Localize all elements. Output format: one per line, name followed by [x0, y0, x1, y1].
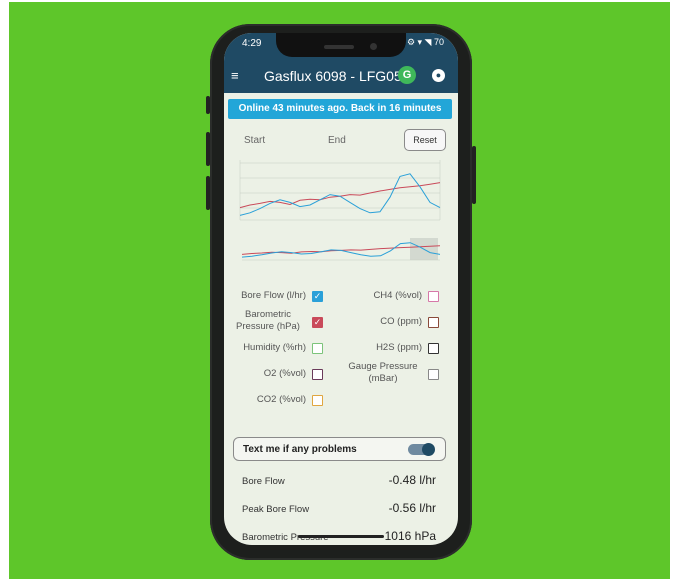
metric-row: Peak Bore Flow -0.56 l/hr — [224, 497, 458, 521]
checkbox-label-o2: O2 (%vol) — [263, 368, 306, 379]
checkbox-label-co: CO (ppm) — [380, 316, 422, 327]
status-banner: Online 43 minutes ago. Back in 16 minute… — [228, 99, 452, 119]
phone-mute-switch — [206, 96, 210, 114]
checkbox-o2[interactable] — [312, 369, 323, 380]
chart-gridlines — [239, 160, 441, 221]
checkbox-label-gauge-pressure: Gauge Pressure (mBar) — [348, 361, 418, 384]
date-range-row: Start End Reset — [224, 129, 458, 153]
reset-button[interactable]: Reset — [404, 129, 446, 151]
phone-volume-down — [206, 176, 210, 210]
metric-value: -0.56 l/hr — [388, 501, 436, 515]
main-chart-series — [239, 173, 441, 216]
home-indicator — [298, 535, 384, 538]
sms-alert-label: Text me if any problems — [243, 444, 357, 455]
sms-alert-toggle[interactable] — [408, 443, 435, 456]
checkbox-label-co2: CO2 (%vol) — [256, 394, 306, 405]
checkbox-label-humidity: Humidity (%rh) — [243, 342, 306, 353]
checkbox-co2[interactable] — [312, 395, 323, 406]
metric-value: 1016 hPa — [384, 529, 436, 543]
sms-alert-card: Text me if any problems — [233, 437, 446, 461]
navigator-chart[interactable] — [242, 236, 440, 270]
checkbox-label-barometric-pressure: Barometric Pressure (hPa) — [236, 309, 300, 332]
toggle-knob — [422, 443, 435, 456]
checkbox-gauge-pressure[interactable] — [428, 369, 439, 380]
metric-row: Bore Flow -0.48 l/hr — [224, 469, 458, 493]
status-icons: ⚙ ▾ ◥ 70 — [406, 37, 444, 47]
checkbox-h2s[interactable] — [428, 343, 439, 354]
series-line-bore-flow — [239, 173, 441, 216]
phone-volume-up — [206, 132, 210, 166]
checkbox-label-h2s: H2S (ppm) — [376, 342, 422, 353]
checkbox-ch4[interactable] — [428, 291, 439, 302]
brand-logo-icon: G — [398, 66, 416, 84]
page-title: Gasflux 6098 - LFG05 — [264, 68, 402, 84]
metric-value: -0.48 l/hr — [388, 473, 436, 487]
phone-power-button — [472, 146, 476, 204]
metric-label: Peak Bore Flow — [242, 504, 310, 515]
app-bar: ≡ Gasflux 6098 - LFG05 G ● — [224, 59, 458, 93]
front-camera — [370, 43, 377, 50]
phone-notch — [276, 33, 406, 57]
checkbox-humidity[interactable] — [312, 343, 323, 354]
user-account-icon[interactable]: ● — [432, 69, 445, 82]
main-line-chart[interactable] — [234, 158, 452, 228]
metrics-list: Bore Flow -0.48 l/hr Peak Bore Flow -0.5… — [224, 469, 458, 545]
checkbox-label-bore-flow: Bore Flow (l/hr) — [241, 290, 306, 301]
checkbox-bore-flow[interactable]: ✓ — [312, 291, 323, 302]
checkbox-co[interactable] — [428, 317, 439, 328]
phone-screen: 4:29 ⚙ ▾ ◥ 70 ≡ Gasflux 6098 - LFG05 G ●… — [224, 33, 458, 545]
checkbox-barometric-pressure[interactable]: ✓ — [312, 317, 323, 328]
status-time: 4:29 — [242, 38, 262, 49]
range-start-field[interactable]: Start — [244, 135, 265, 146]
series-checkbox-grid: Bore Flow (l/hr) ✓ CH4 (%vol) Barometric… — [224, 285, 458, 415]
metric-label: Bore Flow — [242, 476, 285, 487]
range-end-field[interactable]: End — [328, 135, 346, 146]
checkbox-label-ch4: CH4 (%vol) — [373, 290, 422, 301]
speaker-grill — [324, 45, 354, 49]
menu-icon[interactable]: ≡ — [231, 68, 239, 83]
